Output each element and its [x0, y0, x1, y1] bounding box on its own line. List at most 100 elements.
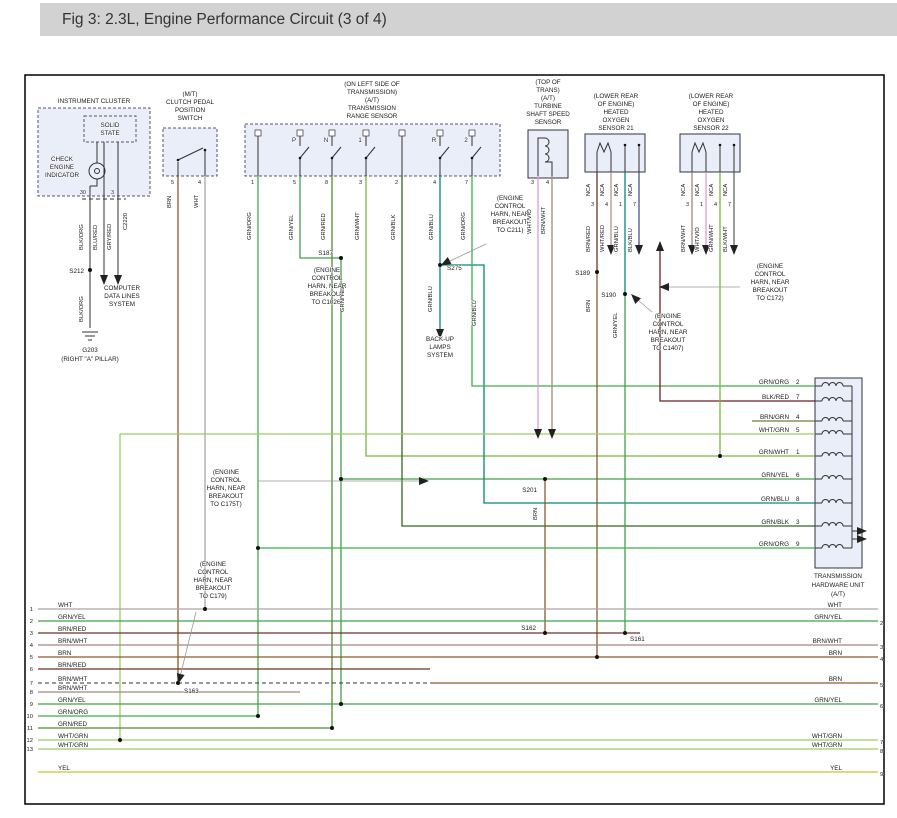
- label: (LOWER REAR: [689, 93, 734, 100]
- label: TO C1407): [652, 345, 683, 352]
- label: OXYGEN: [698, 117, 725, 124]
- junction-dot: [733, 144, 736, 147]
- junction-dot: [299, 157, 302, 160]
- junction-dot: [719, 144, 722, 147]
- label: 5: [880, 683, 883, 689]
- label: GRN/YEL: [58, 614, 86, 621]
- wire-color-label: GRN/BLU: [614, 226, 620, 252]
- label: 9: [796, 541, 800, 548]
- label: (A/T): [365, 97, 379, 104]
- wire-color-label: GRN/YEL: [289, 214, 295, 240]
- component-box: [528, 130, 568, 178]
- label: OF ENGINE): [693, 101, 730, 108]
- wire-color-label: NCA: [586, 184, 592, 196]
- label: WHT/GRN: [812, 742, 843, 749]
- label: BRN/WHT: [58, 638, 88, 645]
- wire-color-label: NCA: [681, 184, 687, 196]
- label: 8: [796, 496, 800, 503]
- label: HARN, NEAR: [649, 329, 688, 336]
- wire-color-label: BRN/WHT: [681, 224, 687, 252]
- label: 3: [111, 190, 114, 196]
- label: BRN: [829, 650, 843, 657]
- label: 9: [880, 772, 883, 778]
- wire-color-label: GRN/ORG: [461, 212, 467, 240]
- wire-color-label: GRY/RED: [107, 224, 113, 250]
- label: 1: [796, 449, 800, 456]
- wire-color-label: NCA: [600, 184, 606, 196]
- label: GRN/BLK: [761, 519, 789, 526]
- label: SENSOR: [535, 119, 562, 126]
- label: S163: [184, 688, 199, 695]
- label: (ON LEFT SIDE OF: [344, 81, 400, 88]
- junction-dot: [595, 655, 599, 659]
- wire-color-label: BRN/RED: [586, 226, 592, 252]
- label: 8: [325, 180, 328, 186]
- component-box: [255, 130, 261, 136]
- wire-color-label: BRN: [167, 196, 173, 208]
- label: GRN/WHT: [759, 449, 789, 456]
- wire-color-label: BLK/BLU: [628, 228, 634, 252]
- label: SENSOR 21: [598, 125, 634, 132]
- wire-color-label: WHT/VIO: [695, 227, 701, 252]
- label: (ENGINE: [497, 195, 523, 202]
- wire-color-label: WHT/RED: [600, 225, 606, 252]
- label: BREAKOUT: [196, 585, 231, 592]
- label: SYSTEM: [427, 352, 453, 359]
- label: 7: [633, 202, 636, 208]
- label: SYSTEM: [109, 301, 135, 308]
- junction-dot: [471, 157, 474, 160]
- label: 4: [546, 180, 549, 186]
- label: TRANSMISSION): [347, 89, 397, 96]
- wire-color-label: GRN/YEL: [613, 312, 619, 338]
- junction-dot: [88, 268, 92, 272]
- label: 13: [27, 747, 33, 753]
- label: WHT: [828, 602, 842, 609]
- label: RANGE SENSOR: [347, 113, 398, 120]
- label: HEATED: [698, 109, 724, 116]
- label: CONTROL: [312, 275, 343, 282]
- label: (A/T): [541, 95, 555, 102]
- label: S201: [522, 487, 537, 494]
- junction-dot: [623, 631, 627, 635]
- junction-dot: [330, 726, 334, 730]
- wire-color-label: GRN/BLU: [472, 300, 478, 326]
- label: SOLID: [101, 122, 120, 129]
- wire-color-label: GRN/WHT: [355, 212, 361, 240]
- label: S161: [630, 636, 645, 643]
- diagram-svg: INSTRUMENT CLUSTERSOLIDSTATECHECKENGINEI…: [0, 0, 897, 818]
- label: BRN/GRN: [760, 414, 789, 421]
- junction-dot: [638, 144, 641, 147]
- label: TO C172): [756, 295, 784, 302]
- component-box: [163, 128, 217, 176]
- component-box: [84, 116, 136, 142]
- label: (M/T): [182, 91, 197, 98]
- wire-color-label: GRN/BLU: [429, 214, 435, 240]
- label: 1: [619, 202, 622, 208]
- junction-dot: [543, 631, 547, 635]
- junction-dot: [623, 292, 627, 296]
- label: BRN: [58, 650, 72, 657]
- label: 8: [880, 749, 883, 755]
- label: 5: [293, 180, 296, 186]
- label: 1: [30, 607, 33, 613]
- label: 7: [880, 740, 883, 746]
- label: 6: [796, 472, 800, 479]
- label: GRN/YEL: [814, 614, 842, 621]
- label: TURBINE: [534, 103, 562, 110]
- junction-dot: [365, 157, 368, 160]
- label: GRN/ORG: [58, 709, 88, 716]
- label: 1: [251, 180, 254, 186]
- label: SHAFT SPEED: [526, 111, 570, 118]
- junction-dot: [543, 477, 547, 481]
- label: 6: [880, 704, 883, 710]
- label: S212: [69, 268, 84, 275]
- wire-color-label: BLK/WHT: [723, 226, 729, 252]
- wire-color-label: GRN/ORG: [247, 212, 253, 240]
- label: 2: [30, 619, 33, 625]
- label: WHT/GRN: [759, 427, 790, 434]
- label: WHT/GRN: [812, 733, 843, 740]
- label: 5: [796, 427, 800, 434]
- wire-color-label: NCA: [723, 184, 729, 196]
- label: (ENGINE: [314, 267, 340, 274]
- label: TO C175T): [210, 501, 241, 508]
